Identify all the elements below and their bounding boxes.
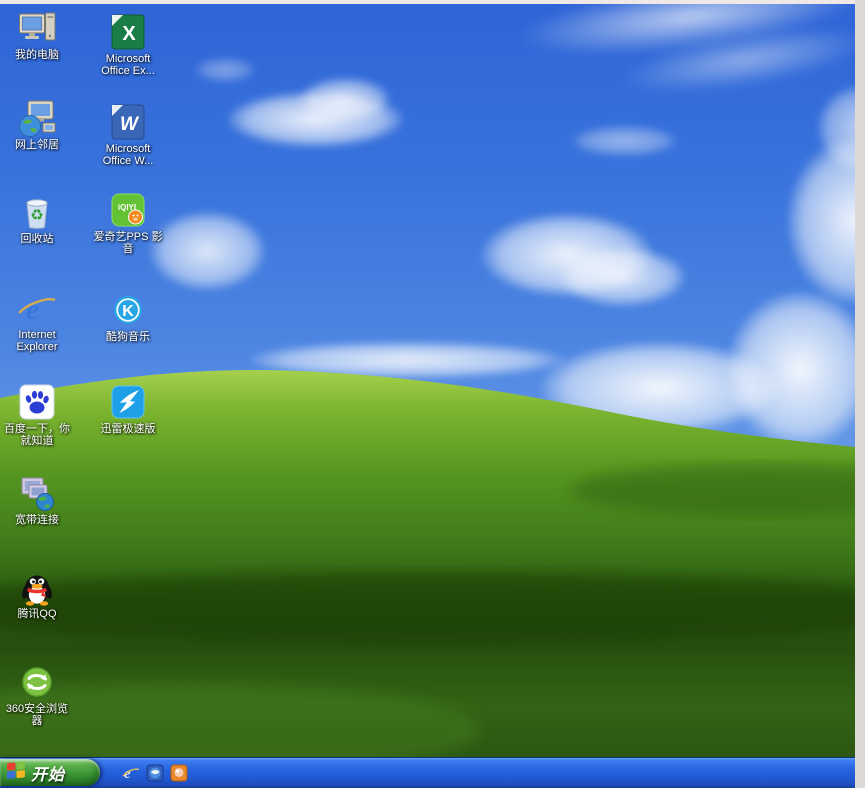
desktop-icon-thunder[interactable]: 迅雷极速版 [85,382,171,435]
desktop-icon-word[interactable]: W Microsoft Office W... [85,102,171,167]
start-button[interactable]: 开始 [0,759,100,786]
cloud [572,126,677,156]
icon-label: 360安全浏览 器 [0,703,80,727]
desktop-icon-recycle-bin[interactable]: ♻ 回收站 [0,192,80,245]
svg-text:e: e [26,293,39,326]
desktop-icon-excel[interactable]: X Microsoft Office Ex... [85,12,171,77]
desktop-icon-my-computer[interactable]: 我的电脑 [0,8,80,61]
quick-launch-media-app-icon[interactable] [170,764,188,782]
iqiyi-pps-icon: iQIYI [108,190,148,230]
icon-label: 腾讯QQ [0,608,80,620]
svg-text:X: X [122,23,136,45]
cloud [300,78,390,120]
icon-label: 爱奇艺PPS 影 音 [85,231,171,255]
icon-label: 百度一下，你 就知道 [0,423,80,447]
svg-text:W: W [120,114,140,135]
my-computer-icon [17,8,57,48]
screenshot-right-border [855,0,865,788]
quick-launch-globe-app-icon[interactable] [146,764,164,782]
desktop-icon-baidu[interactable]: 百度一下，你 就知道 [0,382,80,447]
recycle-bin-icon: ♻ [17,192,57,232]
desktop-icon-broadband[interactable]: 宽带连接 [0,473,80,526]
word-icon: W [108,102,148,142]
qq-penguin-icon [17,567,57,607]
quick-launch-internet-explorer-icon[interactable]: e [122,764,140,782]
icon-label: 迅雷极速版 [85,423,171,435]
desktop-icon-network-places[interactable]: 网上邻居 [0,98,80,151]
taskbar: 开始 e [0,757,865,788]
desktop-icon-iqiyi-pps[interactable]: iQIYI 爱奇艺PPS 影 音 [85,190,171,255]
baidu-paw-icon [17,382,57,422]
icon-label: 宽带连接 [0,514,80,526]
icon-label: Microsoft Office Ex... [85,53,171,77]
desktop-icon-360-safe-browser[interactable]: 360安全浏览 器 [0,662,80,727]
icon-label: 网上邻居 [0,139,80,151]
network-places-icon [17,98,57,138]
icon-label: 酷狗音乐 [85,331,171,343]
quick-launch-bar: e [122,758,188,788]
screenshot-top-border [0,0,865,4]
windows-flag-icon [7,762,26,784]
xp-desktop-screen: 我的电脑 网上邻居 ♻ 回收站 [0,0,865,788]
desktop-icon-tencent-qq[interactable]: 腾讯QQ [0,567,80,620]
desktop-icon-internet-explorer[interactable]: e Internet Explorer [0,288,80,353]
icon-label: Microsoft Office W... [85,143,171,167]
excel-icon: X [108,12,148,52]
start-button-label: 开始 [31,761,65,785]
svg-text:♻: ♻ [30,207,43,224]
cloud [195,58,255,82]
360-browser-icon [17,662,57,702]
icon-label: 回收站 [0,233,80,245]
cloud [560,248,685,306]
icon-label: Internet Explorer [0,329,80,353]
desktop-icon-kugou-music[interactable]: K 酷狗音乐 [85,290,171,343]
icon-label: 我的电脑 [0,49,80,61]
svg-text:K: K [122,303,134,320]
internet-explorer-icon: e [17,288,57,328]
broadband-connection-icon [17,473,57,513]
thunder-bird-icon [108,382,148,422]
kugou-music-icon: K [108,290,148,330]
